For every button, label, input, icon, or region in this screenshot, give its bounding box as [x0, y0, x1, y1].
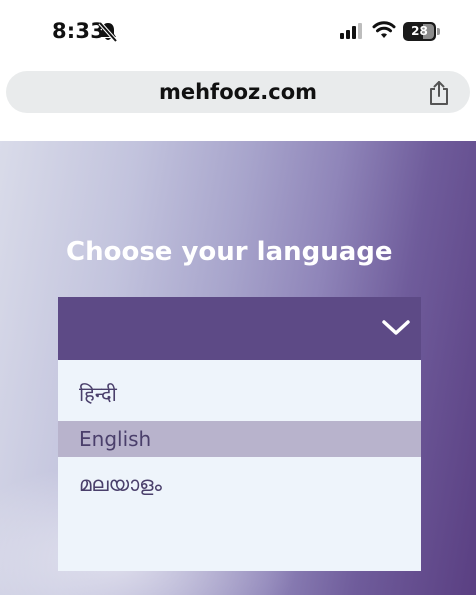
- address-bar[interactable]: mehfooz.com: [6, 71, 470, 113]
- signal-icon: [340, 23, 364, 43]
- language-options-list: हिन्दी English മലയാളം: [58, 360, 421, 571]
- page-title: Choose your language: [66, 237, 393, 267]
- chevron-down-icon[interactable]: [381, 319, 411, 341]
- bell-slash-icon: [98, 21, 118, 47]
- battery-level: 28: [411, 24, 428, 38]
- language-option-malayalam[interactable]: മലയാളം: [58, 466, 421, 502]
- battery-icon: 28: [403, 22, 436, 41]
- battery-cap: [437, 28, 440, 35]
- page-content: Choose your language हिन्दी English മലയാ…: [0, 141, 476, 595]
- status-bar: 8:33 28: [0, 0, 476, 64]
- language-select[interactable]: [58, 297, 421, 360]
- url-text[interactable]: mehfooz.com: [6, 71, 470, 113]
- share-icon[interactable]: [428, 80, 450, 110]
- language-option-english[interactable]: English: [58, 421, 421, 457]
- language-option-hindi[interactable]: हिन्दी: [58, 376, 421, 412]
- wifi-icon: [372, 20, 396, 44]
